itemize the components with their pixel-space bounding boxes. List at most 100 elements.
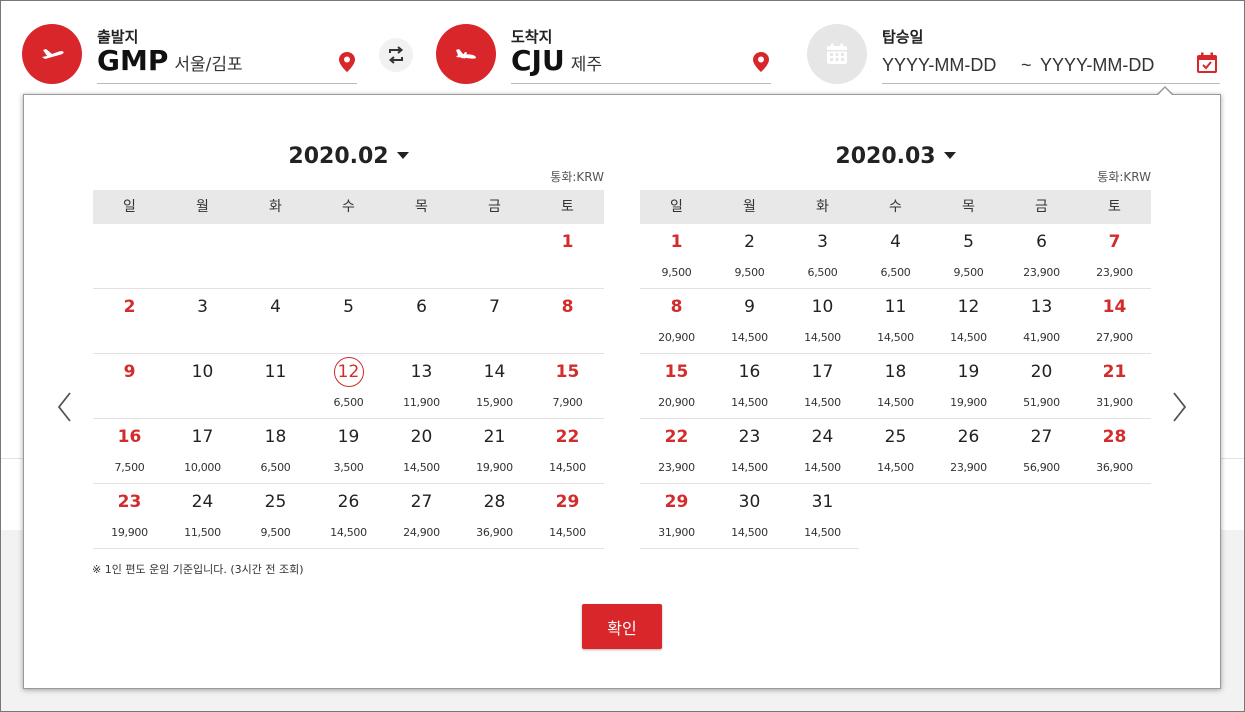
day-cell[interactable]: 28 36,900 (458, 484, 531, 549)
day-cell[interactable]: 23 19,900 (93, 484, 166, 549)
day-cell[interactable]: 3 6,500 (786, 224, 859, 289)
day-number: 8 (640, 297, 713, 317)
day-cell[interactable]: 26 14,500 (312, 484, 385, 549)
day-cell[interactable]: 21 19,900 (458, 419, 531, 484)
day-cell[interactable]: 22 14,500 (531, 419, 604, 484)
day-cell[interactable]: 3 (166, 289, 239, 354)
day-cell[interactable]: 8 (531, 289, 604, 354)
day-price: 14,500 (731, 396, 768, 409)
day-cell[interactable]: 27 56,900 (1005, 419, 1078, 484)
day-cell[interactable]: 30 14,500 (713, 484, 786, 549)
arrival-field[interactable]: CJU 제주 (511, 44, 602, 77)
boarding-icon-circle[interactable] (807, 24, 867, 84)
day-cell[interactable]: 18 6,500 (239, 419, 312, 484)
day-cell[interactable]: 19 3,500 (312, 419, 385, 484)
day-number: 1 (531, 232, 604, 252)
day-cell[interactable]: 29 14,500 (531, 484, 604, 549)
day-cell[interactable]: 17 14,500 (786, 354, 859, 419)
day-price: 7,500 (114, 461, 145, 474)
location-pin-icon[interactable] (753, 52, 769, 76)
day-cell[interactable]: 11 14,500 (859, 289, 932, 354)
day-cell[interactable]: 29 31,900 (640, 484, 713, 549)
day-cell[interactable]: 22 23,900 (640, 419, 713, 484)
day-cell[interactable]: 5 9,500 (932, 224, 1005, 289)
swap-button[interactable] (379, 38, 413, 72)
day-cell[interactable]: 17 10,000 (166, 419, 239, 484)
day-cell[interactable]: 4 6,500 (859, 224, 932, 289)
day-cell[interactable]: 20 51,900 (1005, 354, 1078, 419)
day-cell[interactable]: 12 6,500 (312, 354, 385, 419)
departure-field[interactable]: GMP 서울/김포 (97, 44, 243, 77)
day-cell[interactable]: 14 15,900 (458, 354, 531, 419)
day-cell[interactable]: 2 9,500 (713, 224, 786, 289)
day-cell[interactable]: 26 23,900 (932, 419, 1005, 484)
day-cell[interactable]: 27 24,900 (385, 484, 458, 549)
empty-cell (166, 224, 239, 289)
calendar-check-icon[interactable] (1196, 52, 1218, 78)
day-cell[interactable]: 18 14,500 (859, 354, 932, 419)
day-cell[interactable]: 31 14,500 (786, 484, 859, 549)
day-cell[interactable]: 9 14,500 (713, 289, 786, 354)
day-cell[interactable]: 21 31,900 (1078, 354, 1151, 419)
day-cell[interactable]: 25 14,500 (859, 419, 932, 484)
day-cell[interactable]: 12 14,500 (932, 289, 1005, 354)
day-number: 19 (932, 362, 1005, 382)
day-cell[interactable]: 8 20,900 (640, 289, 713, 354)
day-cell[interactable]: 19 19,900 (932, 354, 1005, 419)
day-cell[interactable]: 9 (93, 354, 166, 419)
next-month-button[interactable] (1170, 390, 1190, 424)
day-cell[interactable]: 7 (458, 289, 531, 354)
day-cell[interactable]: 4 (239, 289, 312, 354)
end-date-input[interactable]: YYYY-MM-DD (1040, 55, 1154, 76)
calendar-week: 29 31,900 30 14,500 31 14,500 (640, 484, 1151, 549)
start-date-input[interactable]: YYYY-MM-DD (882, 55, 996, 76)
arrival-icon-circle[interactable] (436, 24, 496, 84)
day-cell[interactable]: 1 (531, 224, 604, 289)
day-cell[interactable]: 13 41,900 (1005, 289, 1078, 354)
month-selector[interactable]: 2020.02 (93, 144, 604, 169)
day-cell[interactable]: 15 20,900 (640, 354, 713, 419)
calendar-week: 23 19,900 24 11,500 25 9,500 26 14,500 27 24,900 2… (93, 484, 604, 549)
location-pin-icon[interactable] (339, 52, 355, 76)
day-cell[interactable]: 7 23,900 (1078, 224, 1151, 289)
day-number: 22 (640, 427, 713, 447)
day-cell[interactable]: 23 14,500 (713, 419, 786, 484)
month-selector[interactable]: 2020.03 (640, 144, 1151, 169)
prev-month-button[interactable] (54, 390, 74, 424)
fare-note: ※ 1인 편도 운임 기준입니다. (3시간 전 조회) (92, 563, 304, 576)
day-cell[interactable]: 16 14,500 (713, 354, 786, 419)
day-cell[interactable]: 5 (312, 289, 385, 354)
day-number: 21 (458, 427, 531, 447)
day-cell[interactable]: 16 7,500 (93, 419, 166, 484)
day-cell[interactable]: 28 36,900 (1078, 419, 1151, 484)
day-number: 24 (786, 427, 859, 447)
day-number-text: 24 (191, 492, 214, 512)
day-cell[interactable]: 25 9,500 (239, 484, 312, 549)
calendar-week: 8 20,900 9 14,500 10 14,500 11 14,500 12 14,500 13… (640, 289, 1151, 354)
day-number-text: 20 (410, 427, 433, 447)
day-cell[interactable]: 10 14,500 (786, 289, 859, 354)
day-cell[interactable]: 14 27,900 (1078, 289, 1151, 354)
day-cell[interactable]: 1 9,500 (640, 224, 713, 289)
departure-icon-circle[interactable] (22, 24, 82, 84)
day-cell[interactable]: 24 14,500 (786, 419, 859, 484)
weekday-label: 목 (962, 199, 975, 215)
day-cell[interactable]: 2 (93, 289, 166, 354)
day-cell[interactable]: 11 (239, 354, 312, 419)
day-number: 18 (859, 362, 932, 382)
calendar-icon (827, 43, 847, 64)
confirm-button[interactable]: 확인 (582, 604, 662, 649)
day-cell[interactable]: 24 11,500 (166, 484, 239, 549)
day-cell[interactable]: 6 23,900 (1005, 224, 1078, 289)
day-number-text: 8 (670, 297, 683, 317)
day-price: 14,500 (877, 461, 914, 474)
empty-cell (93, 224, 166, 289)
day-cell[interactable]: 13 11,900 (385, 354, 458, 419)
day-number-text: 15 (555, 362, 580, 382)
day-cell[interactable]: 10 (166, 354, 239, 419)
day-cell[interactable]: 15 7,900 (531, 354, 604, 419)
day-number-text: 20 (1030, 362, 1053, 382)
day-price: 14,500 (731, 331, 768, 344)
day-cell[interactable]: 20 14,500 (385, 419, 458, 484)
day-cell[interactable]: 6 (385, 289, 458, 354)
